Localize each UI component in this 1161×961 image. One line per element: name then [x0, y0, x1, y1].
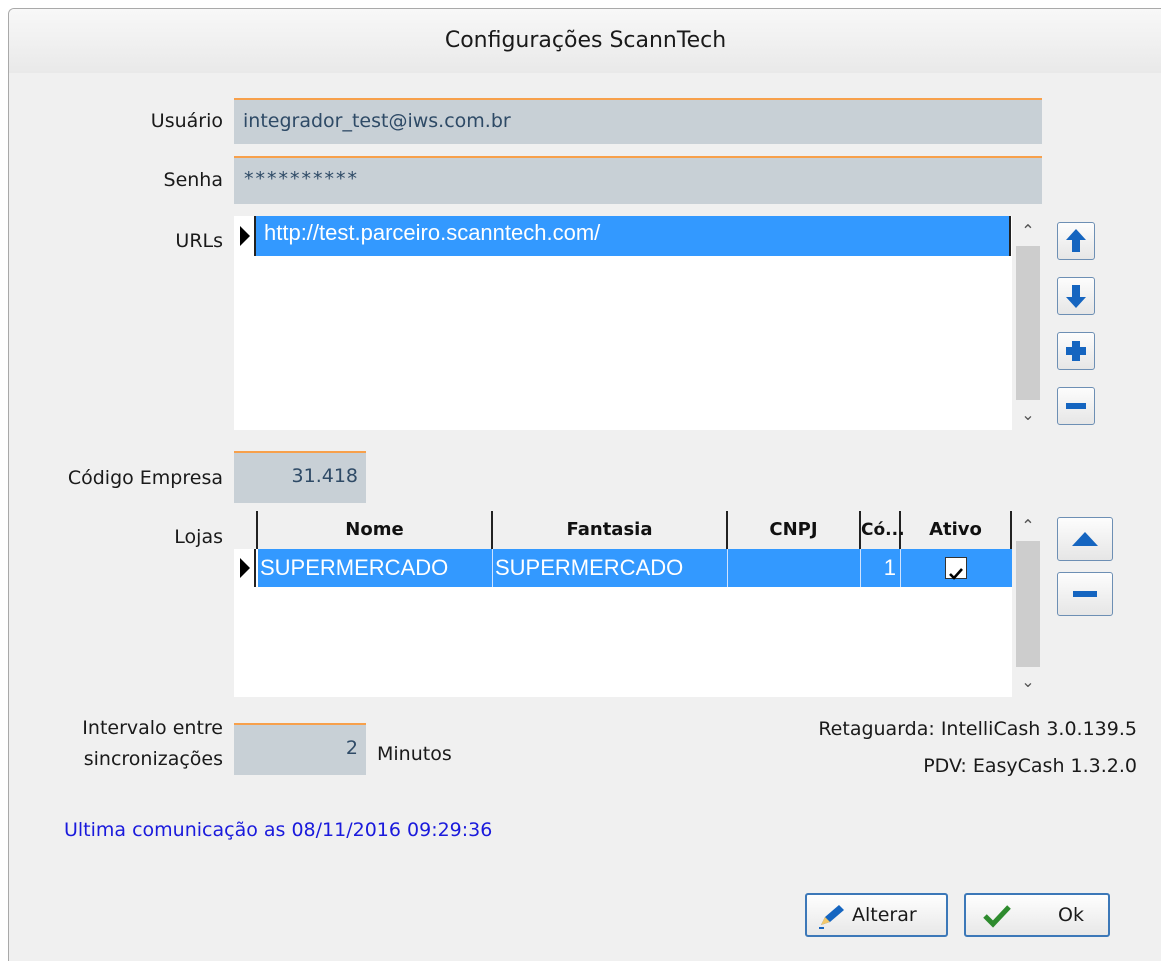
chevron-down-icon[interactable]: ⌄: [1012, 667, 1044, 697]
intervalo-label-line2: sincronizações: [83, 748, 223, 770]
retaguarda-info: Retaguarda: IntelliCash 3.0.139.5: [818, 718, 1137, 740]
codigo-empresa-field[interactable]: 31.418: [234, 451, 366, 503]
pdv-info: PDV: EasyCash 1.3.2.0: [923, 755, 1137, 777]
ativo-checkbox[interactable]: [945, 557, 967, 580]
chevron-up-icon[interactable]: ⌃: [1012, 511, 1044, 541]
pencil-icon: [819, 905, 844, 929]
url-move-down-button[interactable]: [1057, 277, 1095, 315]
loja-remove-button[interactable]: [1057, 572, 1113, 616]
lojas-header: Nome Fantasia CNPJ Có... Ativo: [234, 511, 1012, 549]
codigo-empresa-label: Código Empresa: [67, 467, 223, 489]
url-move-up-button[interactable]: [1057, 222, 1095, 260]
column-header-ativo[interactable]: Ativo: [901, 511, 1012, 549]
arrow-down-icon: [1066, 285, 1086, 308]
row-indicator-icon: [240, 226, 250, 246]
lojas-scrollbar[interactable]: ⌃ ⌄: [1012, 511, 1044, 697]
chevron-up-icon[interactable]: ⌃: [1012, 216, 1044, 246]
ok-label: Ok: [1058, 904, 1084, 926]
minus-icon: [1066, 403, 1086, 409]
lojas-grid[interactable]: Nome Fantasia CNPJ Có... Ativo SUPERMERC…: [234, 511, 1044, 697]
senha-value: **********: [244, 168, 359, 190]
column-header-nome[interactable]: Nome: [258, 511, 493, 549]
header-indicator: [234, 511, 258, 549]
urls-grid[interactable]: http://test.parceiro.scanntech.com/ ⌃ ⌄: [234, 216, 1044, 430]
loja-row[interactable]: SUPERMERCADO SUPERMERCADO 1: [258, 549, 1012, 587]
usuario-label: Usuário: [150, 110, 223, 132]
triangle-up-icon: [1072, 532, 1098, 546]
urls-scrollbar[interactable]: ⌃ ⌄: [1012, 216, 1044, 430]
usuario-field[interactable]: integrador_test@iws.com.br: [234, 98, 1042, 144]
chevron-down-icon[interactable]: ⌄: [1012, 400, 1044, 430]
loja-codigo-cell: 1: [861, 549, 901, 587]
lojas-label: Lojas: [174, 526, 223, 548]
loja-fantasia-cell: SUPERMERCADO: [493, 549, 728, 587]
column-header-cnpj[interactable]: CNPJ: [728, 511, 861, 549]
loja-ativo-cell: [901, 549, 1012, 587]
plus-icon: [1066, 341, 1086, 361]
scroll-thumb[interactable]: [1016, 541, 1040, 667]
window-title: Configurações ScannTech: [9, 9, 1161, 73]
loja-cnpj-cell: [728, 549, 861, 587]
arrow-up-icon: [1066, 229, 1086, 252]
url-row[interactable]: http://test.parceiro.scanntech.com/: [256, 216, 1011, 256]
loja-nome-cell: SUPERMERCADO: [260, 549, 493, 587]
column-header-codigo[interactable]: Có...: [861, 511, 905, 549]
senha-field[interactable]: **********: [234, 156, 1042, 204]
ok-button[interactable]: Ok: [964, 893, 1110, 937]
usuario-value: integrador_test@iws.com.br: [243, 110, 511, 132]
alterar-label: Alterar: [852, 904, 917, 926]
row-indicator-icon: [240, 558, 250, 578]
intervalo-label-line1: Intervalo entre: [82, 717, 223, 739]
codigo-empresa-value: 31.418: [291, 465, 358, 487]
checkmark-icon: [983, 905, 1011, 928]
intervalo-label: Intervalo entre sincronizações: [19, 713, 223, 775]
dialog-window: Configurações ScannTech Usuário integrad…: [8, 8, 1161, 961]
url-cell: http://test.parceiro.scanntech.com/: [264, 220, 601, 245]
alterar-button[interactable]: Alterar: [805, 893, 948, 937]
column-header-fantasia[interactable]: Fantasia: [493, 511, 728, 549]
checkmark-icon: [949, 568, 963, 580]
intervalo-value: 2: [345, 737, 358, 759]
intervalo-field[interactable]: 2: [234, 723, 366, 775]
row-indicator: [234, 549, 256, 587]
scroll-thumb[interactable]: [1016, 246, 1040, 400]
url-add-button[interactable]: [1057, 332, 1095, 370]
intervalo-unit: Minutos: [377, 743, 452, 765]
senha-label: Senha: [163, 169, 223, 191]
minus-icon: [1073, 591, 1097, 597]
url-remove-button[interactable]: [1057, 387, 1095, 425]
row-indicator: [234, 216, 256, 256]
loja-add-button[interactable]: [1057, 517, 1113, 561]
urls-label: URLs: [175, 230, 223, 252]
ultima-comunicacao-status: Ultima comunicação as 08/11/2016 09:29:3…: [64, 819, 493, 841]
